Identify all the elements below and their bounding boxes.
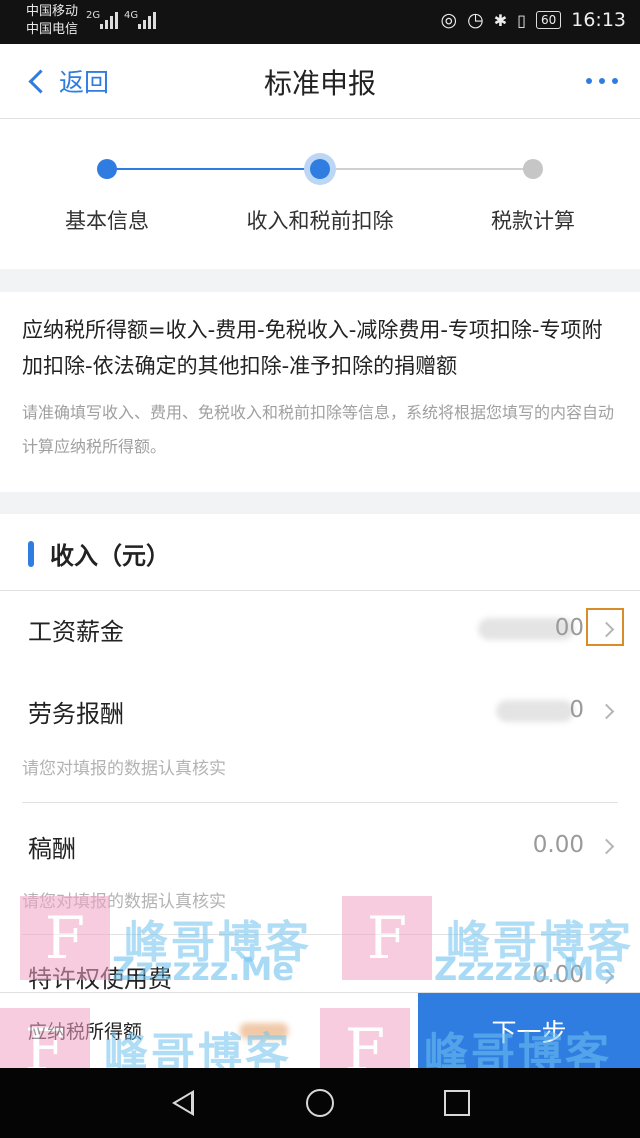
progress-stepper: 基本信息 收入和税前扣除 税款计算 <box>0 119 640 269</box>
step-1-label: 基本信息 <box>65 209 149 233</box>
divider <box>22 802 618 803</box>
row-value: 0.00 <box>532 832 584 858</box>
row-hint: 请您对填报的数据认真核实 <box>22 759 226 779</box>
redacted-value <box>496 700 574 722</box>
section-title: 收入（元） <box>28 536 170 571</box>
vibrate-icon: ▯ <box>517 10 526 30</box>
system-nav-bar <box>0 1068 640 1138</box>
formula-card: 应纳税所得额=收入-费用-免税收入-减除费用-专项扣除-专项附加扣除-依法确定的… <box>0 292 640 492</box>
carrier-1: 中国移动 <box>26 4 79 19</box>
row-value: 0 <box>569 697 584 723</box>
step-1-dot <box>97 159 117 179</box>
dot-icon <box>612 78 618 84</box>
taxable-income-label: 应纳税所得额 <box>28 1021 143 1043</box>
chevron-right-icon[interactable] <box>598 968 615 985</box>
network-type-1: 2G <box>86 10 101 21</box>
divider <box>0 590 640 591</box>
row-hint: 请您对填报的数据认真核实 <box>22 892 226 912</box>
chevron-left-icon <box>28 68 53 94</box>
redacted-total <box>240 1023 288 1039</box>
section-title-text: 收入（元） <box>50 542 170 570</box>
step-3-label: 税款计算 <box>491 209 575 233</box>
dot-icon <box>599 78 605 84</box>
bottom-bar: 应纳税所得额 下一步 <box>0 992 640 1069</box>
income-section: 收入（元） 工资薪金 00 劳务报酬 0 请您对填报的数据认真核实 稿酬 0.0… <box>0 514 640 994</box>
row-label: 工资薪金 <box>28 618 124 646</box>
back-label: 返回 <box>59 68 110 97</box>
system-recents-icon[interactable] <box>444 1090 470 1116</box>
clock: 16:13 <box>571 9 626 31</box>
row-value: 00 <box>554 615 584 641</box>
step-3-dot <box>523 159 543 179</box>
row-label: 特许权使用费 <box>28 965 172 993</box>
nav-bar: 标准申报 返回 <box>0 44 640 119</box>
status-bar: 中国移动 中国电信 2G 4G ◎ ◷ ✱ ▯ 60 16:13 <box>0 0 640 44</box>
formula-hint: 请准确填写收入、费用、免税收入和税前扣除等信息，系统将根据您填写的内容自动计算应… <box>22 403 615 456</box>
signal-1-icon <box>100 11 118 29</box>
bluetooth-icon: ✱ <box>493 10 508 30</box>
chevron-right-icon[interactable] <box>598 838 615 855</box>
carrier-2: 中国电信 <box>26 22 79 37</box>
alarm-icon: ◷ <box>467 9 484 31</box>
back-button[interactable]: 返回 <box>24 62 109 100</box>
dot-icon <box>586 78 592 84</box>
signal-2-icon <box>138 11 156 29</box>
eye-icon: ◎ <box>440 9 458 31</box>
battery-icon: 60 <box>535 11 562 29</box>
row-label: 劳务报酬 <box>28 700 124 728</box>
carrier-info: 中国移动 中国电信 <box>26 3 78 39</box>
system-home-icon[interactable] <box>306 1089 334 1117</box>
next-step-button[interactable]: 下一步 <box>418 993 640 1069</box>
step-line-pending <box>320 168 533 170</box>
highlight-box <box>586 608 624 646</box>
network-type-2: 4G <box>124 10 139 21</box>
chevron-right-icon[interactable] <box>598 703 615 720</box>
step-line-done <box>107 168 320 170</box>
row-label: 稿酬 <box>28 835 76 863</box>
more-menu-button[interactable] <box>586 78 618 84</box>
section-marker <box>28 540 34 567</box>
divider <box>22 934 618 935</box>
row-value: 0.00 <box>532 962 584 988</box>
formula-text: 应纳税所得额=收入-费用-免税收入-减除费用-专项扣除-专项附加扣除-依法确定的… <box>22 318 603 378</box>
step-2-label: 收入和税前扣除 <box>246 209 394 233</box>
status-icons: ◎ ◷ ✱ ▯ 60 16:13 <box>441 9 626 31</box>
system-back-icon[interactable] <box>172 1090 194 1116</box>
step-2-dot <box>310 159 330 179</box>
